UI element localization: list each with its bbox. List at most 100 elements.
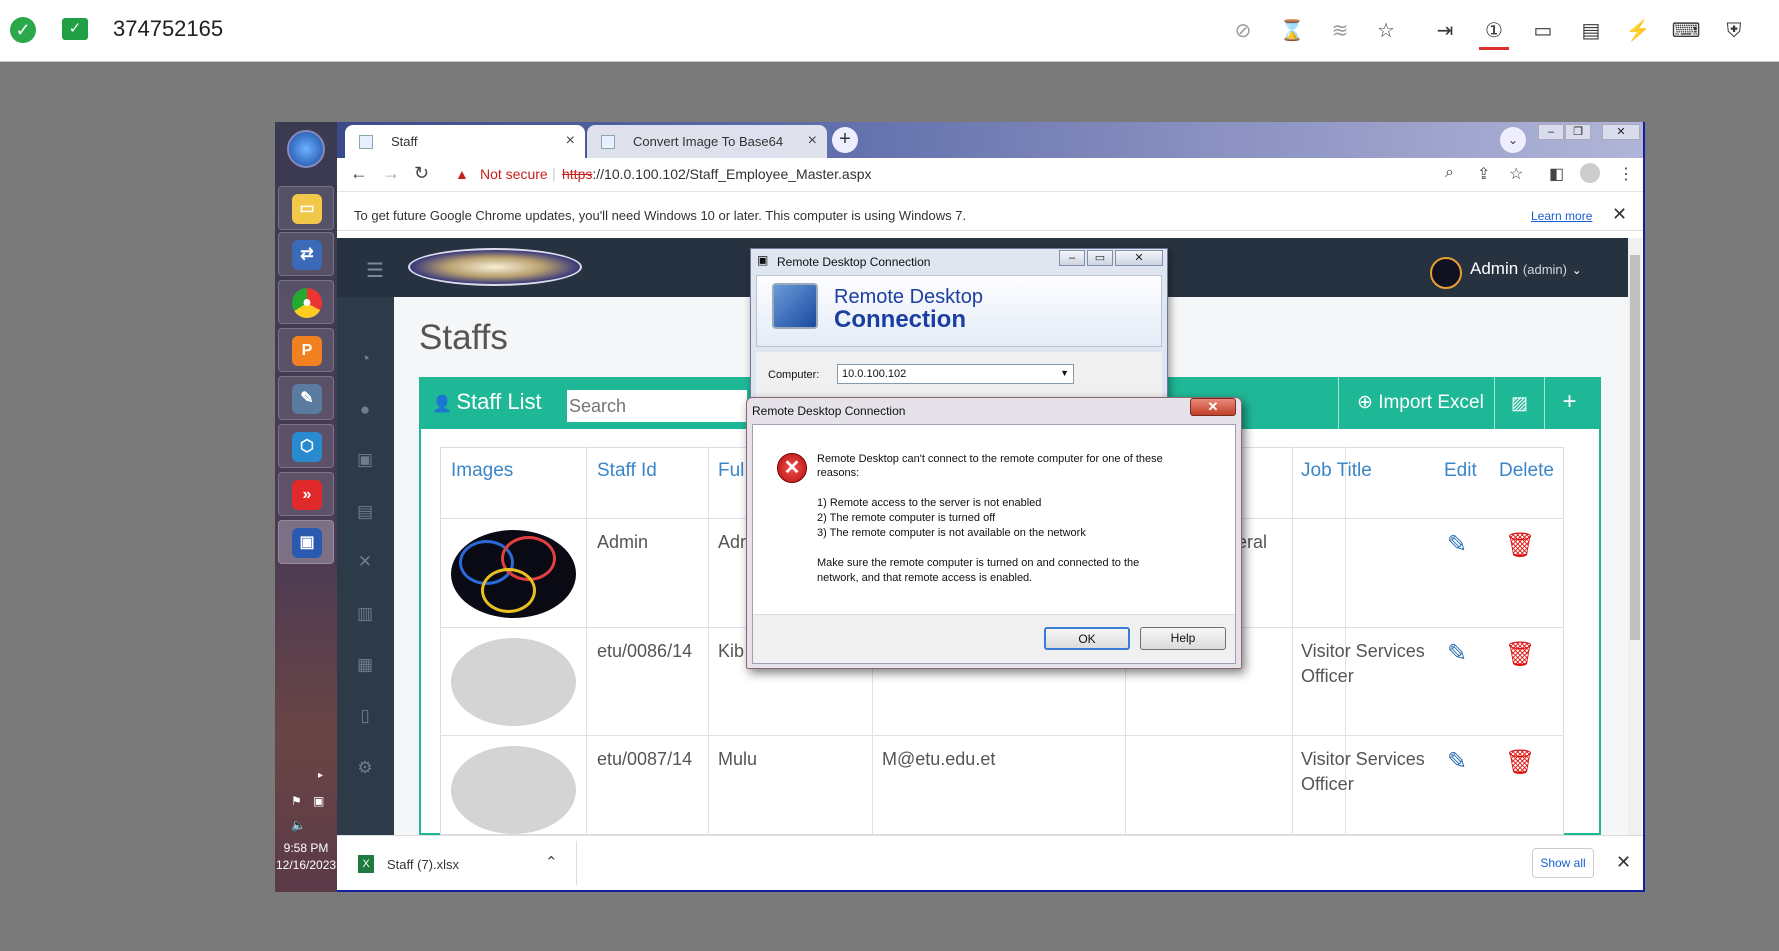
- learn-more-link[interactable]: Learn more: [1531, 209, 1592, 223]
- shield-icon[interactable]: ⛨: [1719, 16, 1749, 46]
- staff-photo[interactable]: [451, 530, 576, 618]
- info-close-icon[interactable]: ✕: [1612, 204, 1627, 225]
- monitor-check-icon[interactable]: ✓: [62, 18, 88, 40]
- taskbar-network[interactable]: ⇄: [278, 232, 334, 276]
- staff-photo-placeholder[interactable]: [451, 638, 576, 726]
- hide-screen-icon[interactable]: ⊘: [1228, 16, 1258, 46]
- job-title-line2: Officer: [1301, 774, 1354, 794]
- reload-icon[interactable]: ↻: [414, 163, 429, 184]
- chevron-up-icon[interactable]: ⌃: [545, 853, 558, 871]
- lightning-icon[interactable]: ⚡: [1623, 16, 1653, 46]
- network-tray-icon[interactable]: ▣: [313, 794, 324, 808]
- tab-convert-image[interactable]: Convert Image To Base64 ×: [587, 125, 827, 158]
- side-panel-icon[interactable]: ◧: [1549, 164, 1564, 184]
- university-logo[interactable]: [408, 248, 582, 286]
- lock-icon[interactable]: ▣: [352, 450, 378, 472]
- edit-pencil-icon[interactable]: ✎: [1447, 639, 1467, 668]
- delete-trash-icon[interactable]: 🗑: [1505, 640, 1535, 669]
- anydesk-icon: »: [292, 480, 322, 510]
- zoom-icon[interactable]: ⌕: [1445, 164, 1454, 182]
- building-icon[interactable]: ▯: [352, 706, 378, 728]
- database-icon[interactable]: ≋: [1325, 16, 1355, 46]
- back-icon[interactable]: ←: [350, 163, 368, 184]
- rdc-close-button[interactable]: ✕: [1115, 250, 1163, 266]
- delete-trash-icon[interactable]: 🗑: [1505, 531, 1535, 560]
- edit-pencil-icon[interactable]: ✎: [1447, 530, 1467, 559]
- chart-icon[interactable]: ▥: [352, 604, 378, 626]
- edit-pencil-icon[interactable]: ✎: [1447, 747, 1467, 776]
- admin-avatar[interactable]: [1430, 257, 1462, 289]
- show-all-button[interactable]: Show all: [1532, 848, 1594, 878]
- url-field[interactable]: https://10.0.100.102/Staff_Employee_Mast…: [562, 166, 872, 182]
- taskbar-anydesk[interactable]: »: [278, 472, 334, 516]
- close-tab-icon[interactable]: ×: [566, 132, 575, 150]
- monitor-1-icon[interactable]: ①: [1479, 16, 1509, 50]
- forward-icon[interactable]: →: [382, 163, 400, 184]
- keyboard-icon[interactable]: ⌨: [1671, 16, 1701, 46]
- url-divider: |: [552, 165, 556, 181]
- help-button[interactable]: Help: [1140, 627, 1226, 650]
- taskbar-explorer[interactable]: ▭: [278, 186, 334, 230]
- computer-combobox[interactable]: 10.0.100.102 ▼: [837, 364, 1074, 384]
- bookmark-star-icon[interactable]: ☆: [1509, 164, 1523, 184]
- close-window-button[interactable]: ✕: [1602, 124, 1640, 140]
- flag-icon[interactable]: ⚑: [291, 794, 302, 808]
- hamburger-icon[interactable]: ☰: [366, 258, 384, 283]
- download-file-name[interactable]: Staff (7).xlsx: [387, 857, 459, 872]
- tray-expand-icon[interactable]: ▸: [318, 770, 323, 781]
- file-transfer-icon[interactable]: ⇥: [1430, 16, 1460, 46]
- image-button[interactable]: ▨: [1494, 377, 1544, 429]
- taskbar-clock[interactable]: 9:58 PM 12/16/2023: [276, 840, 336, 874]
- delete-trash-icon[interactable]: 🗑: [1505, 748, 1535, 777]
- dashboard-icon[interactable]: ◔: [352, 349, 378, 371]
- taskbar-tool[interactable]: ✎: [278, 376, 334, 420]
- hourglass-icon[interactable]: ⌛: [1277, 16, 1307, 46]
- security-label[interactable]: Not secure: [480, 166, 548, 182]
- page-icon: [359, 135, 373, 149]
- minimize-button[interactable]: –: [1538, 124, 1564, 140]
- taskbar-ide[interactable]: P: [278, 328, 334, 372]
- user-menu[interactable]: Admin (admin) ⌄: [1470, 259, 1582, 279]
- error-reason-1: 1) Remote access to the server is not en…: [817, 497, 1042, 509]
- star-icon[interactable]: ☆: [1371, 16, 1401, 46]
- start-button[interactable]: [287, 130, 325, 168]
- share-icon[interactable]: ⇪: [1477, 164, 1490, 184]
- import-excel-button[interactable]: ⊕ Import Excel: [1338, 377, 1494, 429]
- rdc-maximize-button[interactable]: ▭: [1087, 250, 1113, 266]
- new-tab-button[interactable]: +: [832, 127, 858, 153]
- search-input[interactable]: [567, 390, 747, 422]
- ok-button[interactable]: OK: [1044, 627, 1130, 650]
- tab-staff[interactable]: Staff ×: [345, 125, 585, 158]
- rdc-minimize-button[interactable]: –: [1059, 250, 1085, 266]
- network-icon: ⇄: [292, 240, 322, 270]
- staff-photo-placeholder[interactable]: [451, 746, 576, 834]
- user-icon[interactable]: ●: [352, 400, 378, 422]
- error-close-button[interactable]: ✕: [1190, 398, 1236, 416]
- profile-icon[interactable]: [1580, 163, 1600, 183]
- utensils-icon[interactable]: ✕: [352, 552, 378, 574]
- warning-icon[interactable]: ▲: [455, 166, 469, 182]
- screen-icon[interactable]: ▭: [1528, 16, 1558, 46]
- add-button[interactable]: +: [1544, 377, 1594, 429]
- close-tab-icon[interactable]: ×: [808, 132, 817, 150]
- tab-search-icon[interactable]: ⌄: [1500, 127, 1526, 153]
- header-full-name[interactable]: Ful: [718, 460, 744, 482]
- taskbar-settings-app[interactable]: ⬡: [278, 424, 334, 468]
- name-cell: Kib: [718, 641, 745, 661]
- header-images[interactable]: Images: [451, 460, 513, 482]
- dropdown-arrow-icon[interactable]: ▼: [1060, 368, 1069, 378]
- menu-dots-icon[interactable]: ⋮: [1618, 164, 1634, 184]
- chat-icon[interactable]: ▤: [1576, 16, 1606, 46]
- header-job-title[interactable]: Job Title: [1301, 460, 1372, 482]
- close-download-bar-icon[interactable]: ✕: [1616, 852, 1631, 873]
- gear-icon[interactable]: ⚙: [352, 758, 378, 780]
- restore-button[interactable]: ❐: [1565, 124, 1591, 140]
- taskbar-rdc[interactable]: ▣: [278, 520, 334, 564]
- scrollbar-thumb[interactable]: [1630, 255, 1640, 640]
- header-staff-id[interactable]: Staff Id: [597, 460, 657, 482]
- industry-icon[interactable]: ▦: [352, 655, 378, 677]
- id-card-icon[interactable]: ▤: [352, 502, 378, 524]
- volume-icon[interactable]: 🔈: [291, 818, 306, 832]
- taskbar-chrome[interactable]: ●: [278, 280, 334, 324]
- venn-circle: [481, 568, 536, 613]
